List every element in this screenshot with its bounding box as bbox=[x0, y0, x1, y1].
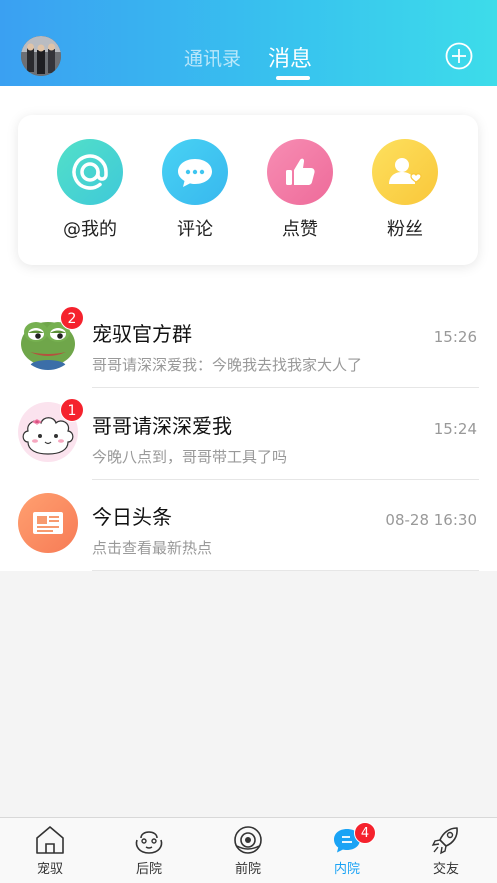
conversation-title: 宠驭官方群 bbox=[92, 322, 192, 346]
conversation-preview: 点击查看最新热点 bbox=[92, 539, 213, 557]
tab-label: 后院 bbox=[135, 862, 162, 877]
tab-label: 交友 bbox=[432, 862, 459, 877]
conversation-item[interactable]: 2 宠驭官方群 哥哥请深深爱我：今晚我去找我家大人了 15:26 bbox=[0, 296, 497, 388]
header-tabs: 通讯录 消息 bbox=[0, 38, 497, 80]
conversation-title: 哥哥请深深爱我 bbox=[92, 414, 232, 438]
quick-action-label: @我的 bbox=[63, 219, 117, 240]
unread-badge: 1 bbox=[60, 398, 84, 422]
conversation-preview: 今晚八点到，哥哥带工具了吗 bbox=[92, 448, 288, 466]
plus-circle-icon bbox=[445, 42, 473, 70]
chat-icon: 4 bbox=[330, 822, 376, 856]
newspaper-icon bbox=[18, 493, 78, 553]
quick-action-fans[interactable]: 粉丝 bbox=[365, 139, 445, 241]
at-icon bbox=[57, 139, 123, 205]
conversation-item[interactable]: 1 哥哥请深深爱我 今晚八点到，哥哥带工具了吗 15:24 bbox=[0, 388, 497, 480]
quick-action-comments[interactable]: 评论 bbox=[155, 139, 235, 241]
conversation-time: 15:24 bbox=[433, 420, 477, 438]
unread-badge: 4 bbox=[354, 822, 376, 844]
quick-action-label: 评论 bbox=[177, 219, 213, 240]
quick-action-mentions[interactable]: @我的 bbox=[50, 139, 130, 241]
conversation-item[interactable]: 今日头条 点击查看最新热点 08-28 16:30 bbox=[0, 479, 497, 571]
active-tab-indicator bbox=[276, 76, 310, 80]
unread-badge: 2 bbox=[60, 306, 84, 330]
comment-bubble-icon bbox=[162, 139, 228, 205]
eye-planet-icon bbox=[231, 824, 265, 856]
quick-action-label: 粉丝 bbox=[387, 219, 423, 240]
tab-frontyard[interactable]: 前院 bbox=[218, 824, 278, 877]
rocket-icon bbox=[429, 824, 463, 856]
conversation-preview: 哥哥请深深爱我：今晚我去找我家大人了 bbox=[92, 356, 363, 374]
thumbs-up-icon bbox=[267, 139, 333, 205]
top-header: 通讯录 消息 bbox=[0, 0, 497, 86]
tab-label: 前院 bbox=[234, 862, 261, 877]
tab-label: 宠驭 bbox=[36, 862, 63, 877]
tab-inner-courtyard[interactable]: 4 内院 bbox=[317, 822, 377, 877]
tab-contacts[interactable]: 通讯录 bbox=[184, 44, 241, 71]
bottom-tab-bar: 宠驭 后院 前院 4 内院 交友 bbox=[0, 817, 497, 883]
tab-label: 内院 bbox=[333, 862, 360, 877]
tab-home[interactable]: 宠驭 bbox=[20, 824, 80, 877]
fans-heart-icon bbox=[372, 139, 438, 205]
quick-action-label: 点赞 bbox=[282, 219, 318, 240]
home-icon bbox=[33, 824, 67, 856]
conversation-title: 今日头条 bbox=[92, 505, 172, 529]
conversation-time: 08-28 16:30 bbox=[385, 511, 477, 529]
quick-actions-card: @我的 评论 点赞 粉丝 bbox=[18, 115, 478, 265]
divider bbox=[92, 570, 479, 571]
tab-messages[interactable]: 消息 bbox=[268, 41, 312, 73]
add-button[interactable] bbox=[445, 42, 473, 70]
backyard-icon bbox=[132, 824, 166, 856]
tab-friends[interactable]: 交友 bbox=[416, 824, 476, 877]
tab-backyard[interactable]: 后院 bbox=[119, 824, 179, 877]
quick-action-likes[interactable]: 点赞 bbox=[260, 139, 340, 241]
conversation-time: 15:26 bbox=[433, 328, 477, 346]
